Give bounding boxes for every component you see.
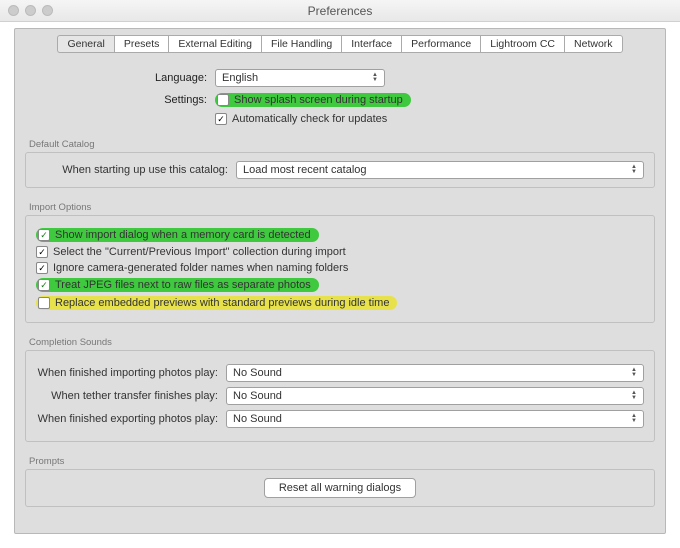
select-collection-label: Select the "Current/Previous Import" col… xyxy=(53,246,346,258)
completion-sounds-group: When finished importing photos play: No … xyxy=(25,350,655,442)
import-options-heading: Import Options xyxy=(29,202,655,213)
export-sound-select[interactable]: No Sound ▲▼ xyxy=(226,410,644,428)
language-select[interactable]: English ▲▼ xyxy=(215,69,385,87)
prompts-group: Reset all warning dialogs xyxy=(25,469,655,507)
tether-sound-label: When tether transfer finishes play: xyxy=(36,390,226,402)
zoom-icon[interactable] xyxy=(42,5,53,16)
catalog-label: When starting up use this catalog: xyxy=(36,164,236,176)
traffic-lights xyxy=(8,5,53,16)
settings-label: Settings: xyxy=(25,94,215,106)
default-catalog-group: When starting up use this catalog: Load … xyxy=(25,152,655,188)
minimize-icon[interactable] xyxy=(25,5,36,16)
export-sound-label: When finished exporting photos play: xyxy=(36,413,226,425)
tab-file-handling[interactable]: File Handling xyxy=(261,35,341,53)
treat-jpeg-checkbox[interactable] xyxy=(38,279,50,291)
import-sound-label: When finished importing photos play: xyxy=(36,367,226,379)
highlight-import-dialog: Show import dialog when a memory card is… xyxy=(36,228,319,242)
titlebar: Preferences xyxy=(0,0,680,22)
tab-network[interactable]: Network xyxy=(564,35,623,53)
chevron-updown-icon: ▲▼ xyxy=(631,391,637,401)
window-title: Preferences xyxy=(308,4,373,18)
chevron-updown-icon: ▲▼ xyxy=(631,165,637,175)
reset-warnings-button[interactable]: Reset all warning dialogs xyxy=(264,478,416,498)
completion-sounds-heading: Completion Sounds xyxy=(29,337,655,348)
tab-presets[interactable]: Presets xyxy=(114,35,169,53)
chevron-updown-icon: ▲▼ xyxy=(631,414,637,424)
highlight-replace-previews: Replace embedded previews with standard … xyxy=(36,296,397,310)
tab-interface[interactable]: Interface xyxy=(341,35,401,53)
prompts-heading: Prompts xyxy=(29,456,655,467)
select-collection-checkbox[interactable] xyxy=(36,246,48,258)
main-panel: General Presets External Editing File Ha… xyxy=(14,28,666,534)
tab-bar: General Presets External Editing File Ha… xyxy=(15,35,665,53)
tab-performance[interactable]: Performance xyxy=(401,35,480,53)
treat-jpeg-label: Treat JPEG files next to raw files as se… xyxy=(55,279,311,291)
chevron-updown-icon: ▲▼ xyxy=(631,368,637,378)
tether-sound-select[interactable]: No Sound ▲▼ xyxy=(226,387,644,405)
updates-label: Automatically check for updates xyxy=(232,113,387,125)
language-label: Language: xyxy=(25,72,215,84)
import-options-group: Show import dialog when a memory card is… xyxy=(25,215,655,323)
tab-lightroom-cc[interactable]: Lightroom CC xyxy=(480,35,564,53)
language-value: English xyxy=(222,72,258,84)
tab-external-editing[interactable]: External Editing xyxy=(168,35,261,53)
splash-label: Show splash screen during startup xyxy=(234,94,403,106)
updates-checkbox[interactable] xyxy=(215,113,227,125)
import-dialog-checkbox[interactable] xyxy=(38,229,50,241)
replace-previews-label: Replace embedded previews with standard … xyxy=(55,297,389,309)
default-catalog-heading: Default Catalog xyxy=(29,139,655,150)
tab-general[interactable]: General xyxy=(57,35,113,53)
splash-checkbox[interactable] xyxy=(217,94,229,106)
import-dialog-label: Show import dialog when a memory card is… xyxy=(55,229,311,241)
replace-previews-checkbox[interactable] xyxy=(38,297,50,309)
chevron-updown-icon: ▲▼ xyxy=(372,73,378,83)
import-sound-value: No Sound xyxy=(233,367,282,379)
close-icon[interactable] xyxy=(8,5,19,16)
import-sound-select[interactable]: No Sound ▲▼ xyxy=(226,364,644,382)
ignore-folder-names-checkbox[interactable] xyxy=(36,262,48,274)
highlight-treat-jpeg: Treat JPEG files next to raw files as se… xyxy=(36,278,319,292)
catalog-value: Load most recent catalog xyxy=(243,164,367,176)
export-sound-value: No Sound xyxy=(233,413,282,425)
ignore-folder-names-label: Ignore camera-generated folder names whe… xyxy=(53,262,348,274)
tether-sound-value: No Sound xyxy=(233,390,282,402)
catalog-select[interactable]: Load most recent catalog ▲▼ xyxy=(236,161,644,179)
highlight-splash: Show splash screen during startup xyxy=(215,93,411,107)
